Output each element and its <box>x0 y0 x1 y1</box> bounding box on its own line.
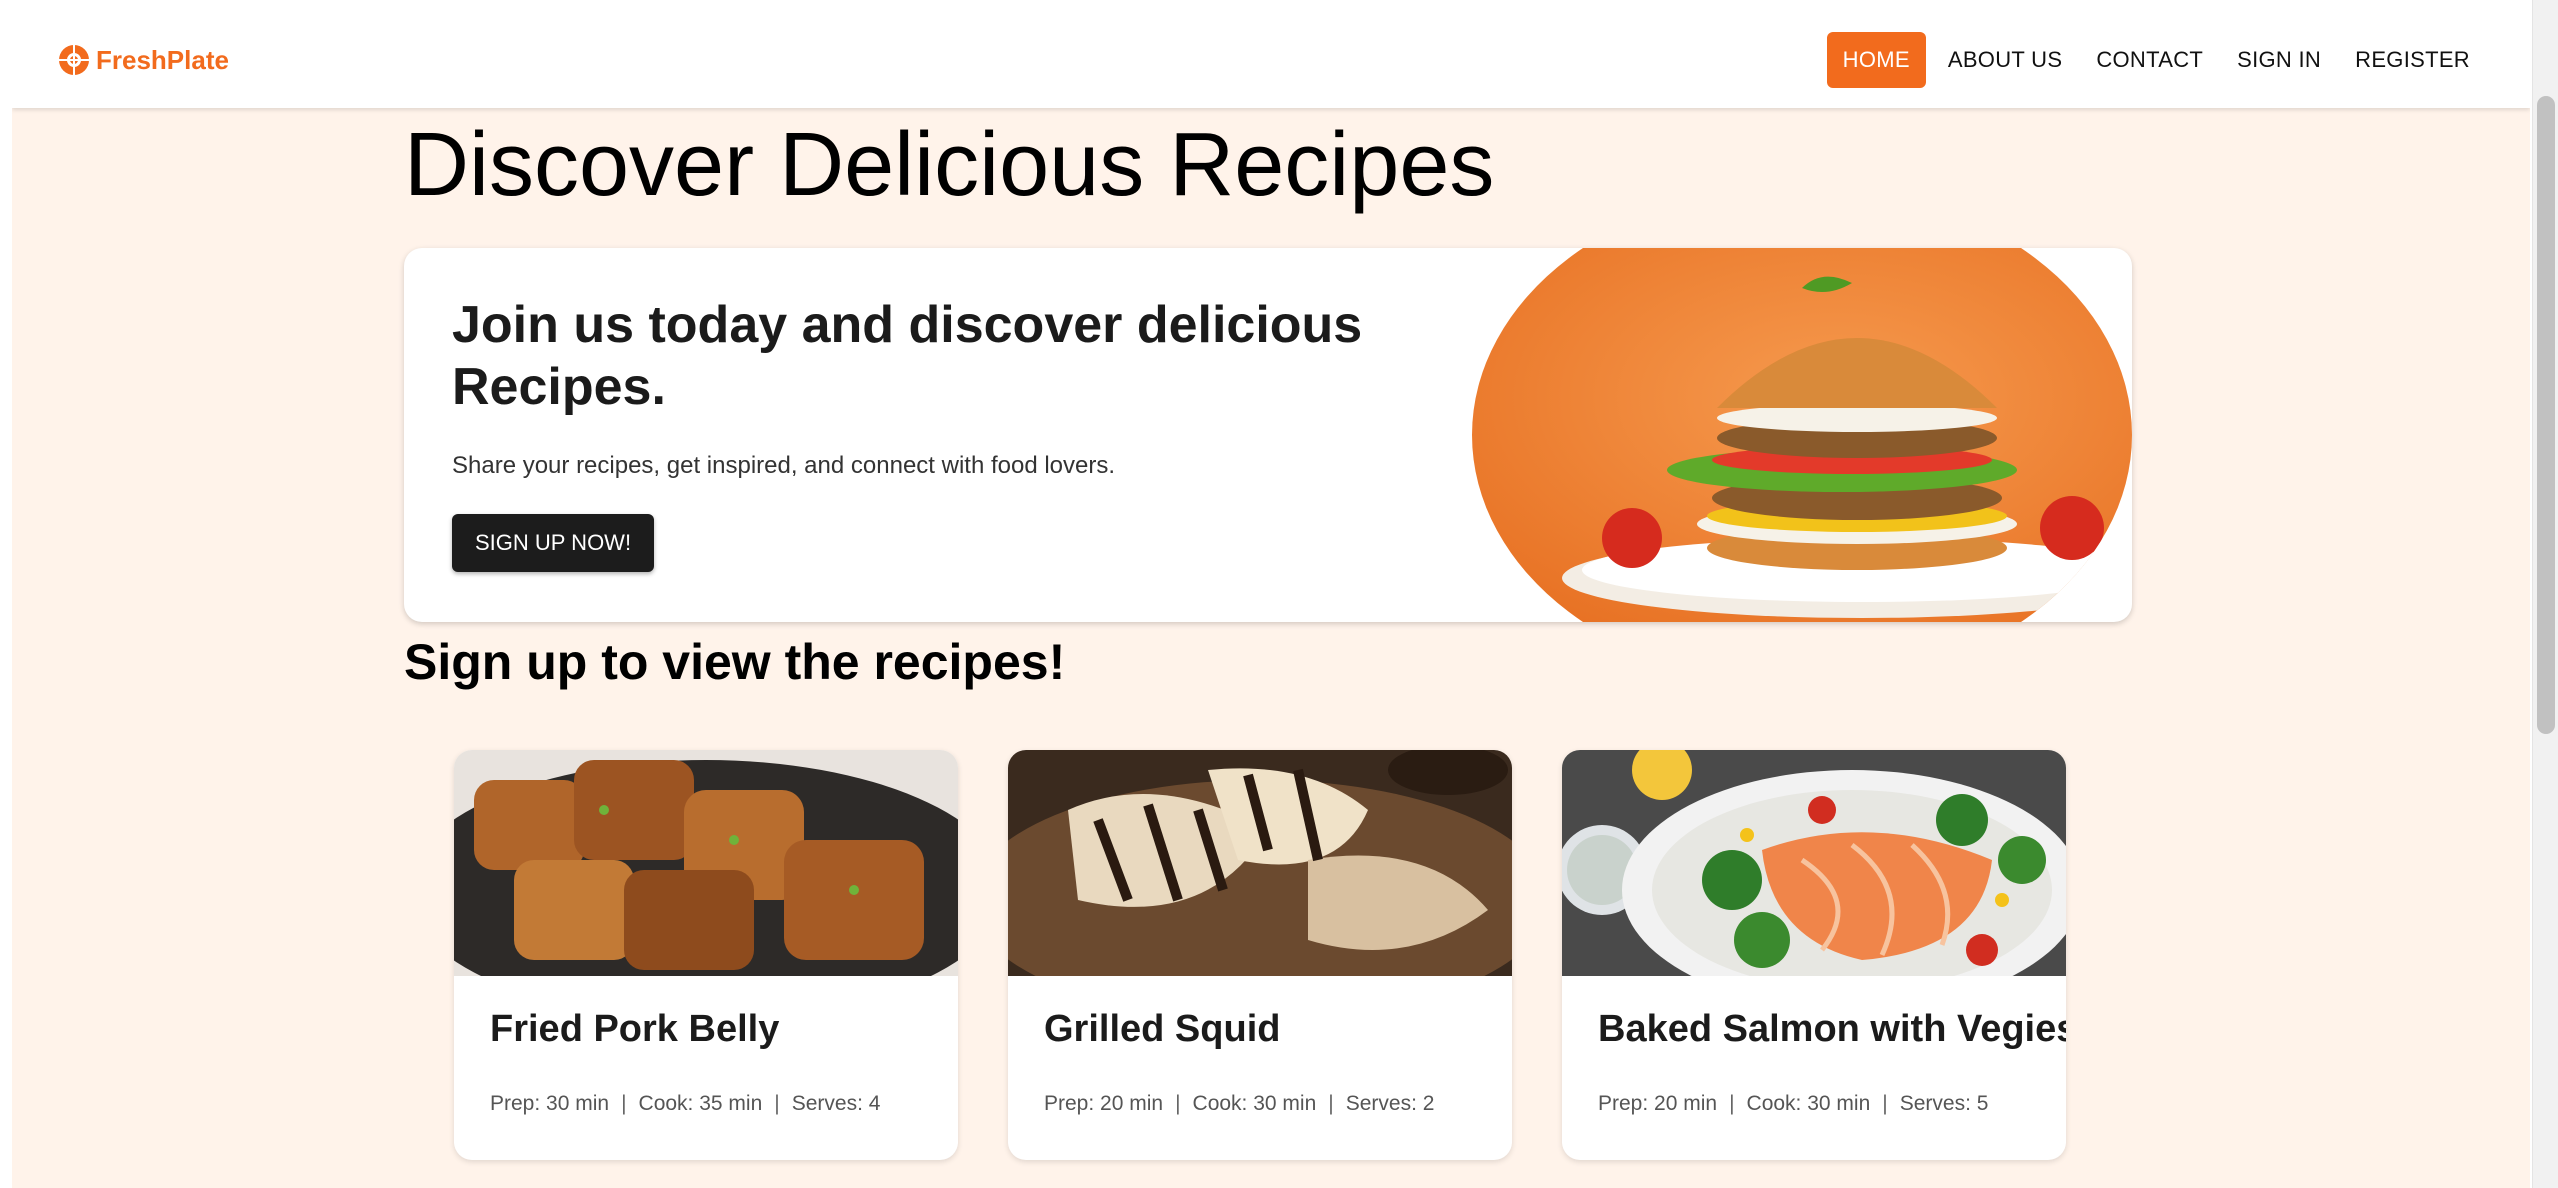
meta-separator: | <box>1328 1092 1334 1115</box>
page-scrollbar[interactable] <box>2532 0 2558 1188</box>
meta-separator: | <box>1175 1092 1181 1115</box>
meta-separator: | <box>1729 1092 1735 1115</box>
brand-name: FreshPlate <box>96 44 229 75</box>
nav-register[interactable]: REGISTER <box>2343 32 2482 88</box>
cook-time: Cook: 30 min <box>1192 1092 1317 1115</box>
hero-text: Join us today and discover delicious Rec… <box>452 294 1432 572</box>
hero-subtext: Share your recipes, get inspired, and co… <box>452 452 1116 479</box>
nav-contact[interactable]: CONTACT <box>2084 32 2215 88</box>
brand-logo[interactable]: FreshPlate <box>58 44 229 76</box>
meta-separator: | <box>774 1092 780 1115</box>
fried-pork-belly-image <box>454 750 958 976</box>
prep-time: Prep: 20 min <box>1044 1092 1164 1115</box>
recipe-card[interactable]: Fried Pork Belly Prep: 30 min | Cook: 35 m… <box>454 750 958 1160</box>
hero-heading: Join us today and discover delicious Rec… <box>452 296 1363 416</box>
recipe-meta: Prep: 30 min | Cook: 35 min | Serves: 4 <box>490 1092 880 1116</box>
prep-time: Prep: 20 min <box>1598 1092 1718 1115</box>
scrollbar-thumb[interactable] <box>2537 96 2555 734</box>
serves: Serves: 2 <box>1345 1092 1435 1115</box>
serves: Serves: 5 <box>1899 1092 1989 1115</box>
plate-logo-icon <box>59 45 89 75</box>
page-title: Discover Delicious Recipes <box>404 115 1495 215</box>
hero-banner: Join us today and discover delicious Rec… <box>404 248 2132 622</box>
meta-separator: | <box>1882 1092 1888 1115</box>
page: FreshPlate HOME ABOUT US CONTACT SIGN IN… <box>12 12 2530 1188</box>
cook-time: Cook: 30 min <box>1746 1092 1871 1115</box>
nav-home[interactable]: HOME <box>1826 32 1926 88</box>
recipes-section-title: Sign up to view the recipes! <box>404 634 1066 690</box>
serves: Serves: 4 <box>791 1092 881 1115</box>
recipe-card[interactable]: Baked Salmon with Vegies Prep: 20 min | Co… <box>1562 750 2066 1160</box>
meta-separator: | <box>621 1092 627 1115</box>
recipe-meta: Prep: 20 min | Cook: 30 min | Serves: 2 <box>1044 1092 1434 1116</box>
sign-up-button[interactable]: SIGN UP NOW! <box>452 514 655 572</box>
nav-sign-in[interactable]: SIGN IN <box>2225 32 2333 88</box>
baked-salmon-image <box>1562 750 2066 976</box>
nav-about-us[interactable]: ABOUT US <box>1936 32 2074 88</box>
grilled-squid-image <box>1008 750 1512 976</box>
recipe-title: Fried Pork Belly <box>490 1008 780 1050</box>
recipe-title: Grilled Squid <box>1044 1008 1281 1050</box>
navbar: FreshPlate HOME ABOUT US CONTACT SIGN IN… <box>12 12 2530 108</box>
cook-time: Cook: 35 min <box>638 1092 763 1115</box>
recipe-card[interactable]: Grilled Squid Prep: 20 min | Cook: 30 min |… <box>1008 750 1512 1160</box>
recipe-title: Baked Salmon with Vegies <box>1598 1008 2066 1050</box>
prep-time: Prep: 30 min <box>490 1092 610 1115</box>
main-nav: HOME ABOUT US CONTACT SIGN IN REGISTER <box>1826 32 2482 88</box>
recipe-meta: Prep: 20 min | Cook: 30 min | Serves: 5 <box>1598 1092 1988 1116</box>
burger-image <box>1472 248 2132 622</box>
